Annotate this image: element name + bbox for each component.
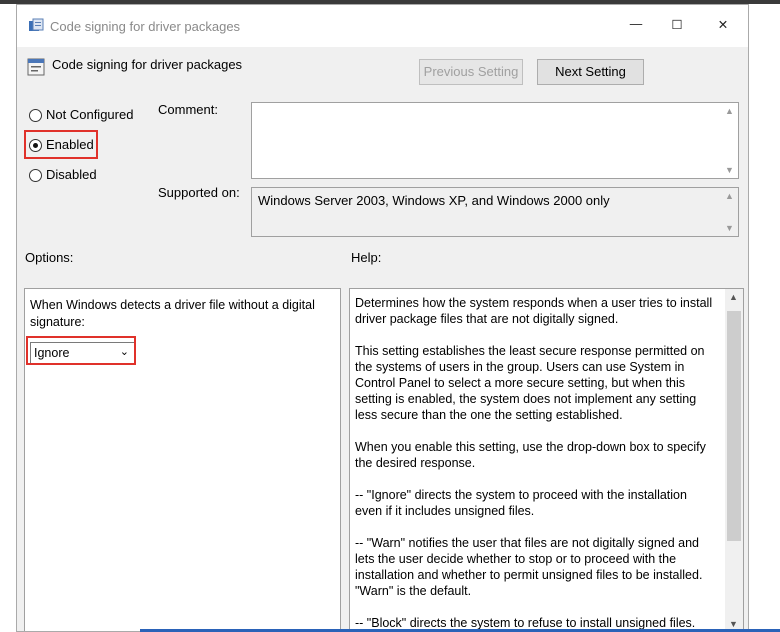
help-label: Help: bbox=[351, 250, 382, 265]
close-button[interactable]: ✕ bbox=[713, 17, 733, 35]
supported-on-label: Supported on: bbox=[158, 185, 240, 200]
supported-on-value: Windows Server 2003, Windows XP, and Win… bbox=[258, 193, 610, 208]
options-label: Options: bbox=[25, 250, 74, 265]
help-text: Determines how the system responds when … bbox=[355, 295, 715, 631]
help-paragraph: When you enable this setting, use the dr… bbox=[355, 440, 706, 470]
help-panel: Determines how the system responds when … bbox=[349, 288, 744, 631]
scrollbar-thumb[interactable] bbox=[727, 311, 741, 541]
help-scrollbar[interactable]: ▲ ▼ bbox=[725, 289, 743, 631]
comment-scrollbar[interactable]: ▲ ▼ bbox=[721, 103, 738, 178]
window-title: Code signing for driver packages bbox=[50, 19, 241, 34]
scroll-down-icon[interactable]: ▼ bbox=[721, 162, 738, 178]
supported-scrollbar[interactable]: ▲ ▼ bbox=[721, 188, 738, 236]
maximize-button[interactable]: ☐ bbox=[667, 17, 687, 35]
help-paragraph: -- "Warn" notifies the user that files a… bbox=[355, 536, 703, 598]
help-paragraph: -- "Ignore" directs the system to procee… bbox=[355, 488, 687, 518]
minimize-button[interactable]: — bbox=[626, 17, 646, 35]
radio-button-icon bbox=[29, 169, 42, 182]
policy-app-icon bbox=[29, 18, 44, 31]
options-prompt: When Windows detects a driver file witho… bbox=[30, 298, 315, 329]
enabled-highlight-box bbox=[24, 130, 98, 159]
setting-title: Code signing for driver packages bbox=[52, 57, 243, 72]
scroll-up-icon[interactable]: ▲ bbox=[721, 188, 738, 204]
ignore-highlight-box bbox=[26, 336, 136, 365]
supported-on-field: Windows Server 2003, Windows XP, and Win… bbox=[251, 187, 739, 237]
policy-setting-window: Code signing for driver packages — ☐ ✕ C… bbox=[16, 4, 749, 632]
radio-label: Not Configured bbox=[46, 107, 134, 122]
comment-label: Comment: bbox=[158, 102, 218, 117]
comment-textarea[interactable]: ▲ ▼ bbox=[251, 102, 739, 179]
next-setting-button[interactable]: Next Setting bbox=[537, 59, 644, 85]
scroll-down-icon[interactable]: ▼ bbox=[721, 220, 738, 236]
help-paragraph: Determines how the system responds when … bbox=[355, 296, 713, 326]
radio-button-icon bbox=[29, 109, 42, 122]
radio-label: Disabled bbox=[46, 167, 97, 182]
help-paragraph: This setting establishes the least secur… bbox=[355, 344, 705, 422]
previous-setting-button[interactable]: Previous Setting bbox=[419, 59, 523, 85]
policy-setting-icon bbox=[27, 58, 45, 76]
title-bar[interactable]: Code signing for driver packages — ☐ ✕ bbox=[17, 5, 748, 47]
scroll-up-icon[interactable]: ▲ bbox=[725, 289, 742, 305]
scroll-up-icon[interactable]: ▲ bbox=[721, 103, 738, 119]
